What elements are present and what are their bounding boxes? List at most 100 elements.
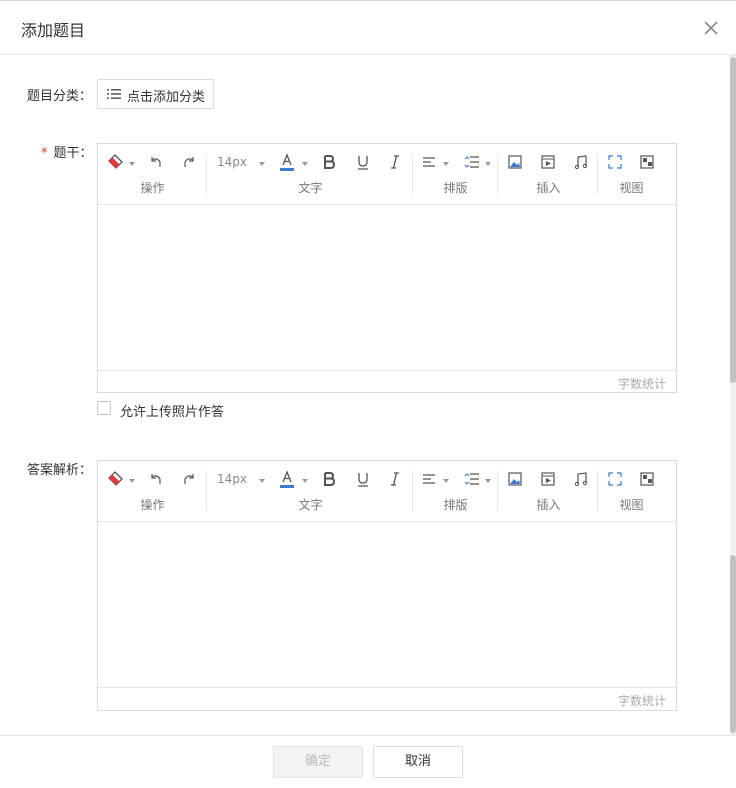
group-label-layout: 排版 [443, 498, 468, 512]
underline-icon [358, 156, 368, 170]
fullscreen-tool[interactable] [608, 152, 622, 172]
font-color-icon [280, 470, 294, 488]
underline-tool[interactable] [356, 152, 370, 172]
insert-audio-tool[interactable] [574, 469, 588, 489]
eraser-caret-icon[interactable] [129, 162, 135, 166]
group-label-insert: 插入 [536, 498, 561, 512]
add-question-dialog: 添加题目 题目分类： 点击添加分类 * 题干： 14px 操作 文字 排版 插入… [0, 0, 736, 787]
undo-tool[interactable] [148, 469, 164, 489]
group-label-insert: 插入 [536, 181, 561, 195]
scrollbar-thumb[interactable] [730, 57, 736, 383]
align-tool[interactable] [422, 469, 436, 489]
cancel-button[interactable]: 取消 [373, 746, 463, 778]
category-label: 题目分类： [27, 89, 93, 104]
font-size-select[interactable]: 14px [217, 472, 247, 486]
line-height-tool[interactable] [464, 152, 480, 172]
scrollbar[interactable] [730, 55, 736, 735]
group-label-text: 文字 [298, 498, 323, 512]
insert-video-tool[interactable] [541, 469, 555, 489]
confirm-button[interactable]: 确定 [273, 746, 363, 778]
fullscreen-tool[interactable] [608, 469, 622, 489]
video-icon [541, 472, 555, 486]
font-color-icon [280, 153, 294, 171]
add-category-button[interactable]: 点击添加分类 [97, 79, 214, 109]
redo-icon [184, 474, 194, 484]
insert-video-tool[interactable] [541, 152, 555, 172]
font-size-caret-icon[interactable] [259, 479, 265, 483]
font-color-tool[interactable] [280, 469, 294, 489]
insert-audio-tool[interactable] [574, 152, 588, 172]
toolbar-divider [412, 154, 413, 194]
add-category-label: 点击添加分类 [127, 90, 206, 105]
toolbar-divider [597, 471, 598, 511]
word-count: 字数统计 [617, 694, 666, 708]
italic-tool[interactable] [389, 152, 401, 172]
line-height-caret-icon[interactable] [485, 162, 491, 166]
undo-tool[interactable] [148, 152, 164, 172]
dialog-title: 添加题目 [21, 21, 86, 40]
analysis-label: 答案解析： [27, 463, 93, 478]
redo-tool[interactable] [181, 152, 197, 172]
image-icon [508, 155, 522, 169]
toolbar-divider [597, 154, 598, 194]
music-icon [574, 472, 588, 486]
insert-image-tool[interactable] [508, 469, 522, 489]
eraser-tool[interactable] [107, 152, 125, 172]
toolbar-divider [412, 471, 413, 511]
source-view-icon [640, 472, 654, 486]
scrollbar-thumb[interactable] [730, 555, 736, 733]
allow-photo-upload-checkbox[interactable] [97, 401, 111, 415]
dialog-footer: 确定 取消 [0, 735, 736, 788]
music-icon [574, 155, 588, 169]
undo-icon [151, 157, 161, 167]
fullscreen-icon [608, 155, 622, 169]
undo-icon [151, 474, 161, 484]
editor-toolbar: 14px 操作 文字 排版 插入 视图 [98, 144, 676, 205]
italic-icon [391, 155, 399, 169]
align-tool[interactable] [422, 152, 436, 172]
close-icon[interactable] [702, 19, 720, 37]
allow-photo-upload-label: 允许上传照片作答 [120, 405, 225, 420]
font-color-tool[interactable] [280, 152, 294, 172]
source-view-icon [640, 155, 654, 169]
group-label-view: 视图 [619, 181, 644, 195]
italic-icon [391, 472, 399, 486]
italic-tool[interactable] [389, 469, 401, 489]
group-label-view: 视图 [619, 498, 644, 512]
line-height-tool[interactable] [464, 469, 480, 489]
line-height-icon [464, 156, 479, 168]
line-height-caret-icon[interactable] [485, 479, 491, 483]
bold-tool[interactable] [322, 469, 336, 489]
source-view-tool[interactable] [640, 469, 654, 489]
line-height-icon [464, 473, 479, 485]
eraser-icon [108, 471, 123, 486]
source-view-tool[interactable] [640, 152, 654, 172]
insert-image-tool[interactable] [508, 152, 522, 172]
analysis-editor-content[interactable] [98, 522, 676, 687]
font-size-caret-icon[interactable] [259, 162, 265, 166]
analysis-editor: 14px 操作 文字 排版 插入 视图 字数统计 [97, 460, 677, 711]
toolbar-divider [206, 471, 207, 511]
toolbar-divider [497, 154, 498, 194]
font-color-caret-icon[interactable] [302, 479, 308, 483]
font-size-select[interactable]: 14px [217, 155, 247, 169]
align-caret-icon[interactable] [443, 162, 449, 166]
font-color-caret-icon[interactable] [302, 162, 308, 166]
stem-label: * 题干： [41, 142, 93, 161]
bold-tool[interactable] [322, 152, 336, 172]
editor-status-bar: 字数统计 [98, 687, 676, 709]
dialog-body: 题目分类： 点击添加分类 * 题干： 14px 操作 文字 排版 插入 视图 字… [0, 55, 730, 735]
editor-toolbar: 14px 操作 文字 排版 插入 视图 [98, 461, 676, 522]
bold-icon [324, 155, 336, 169]
eraser-tool[interactable] [107, 469, 125, 489]
underline-tool[interactable] [356, 469, 370, 489]
list-icon [107, 89, 121, 99]
align-caret-icon[interactable] [443, 479, 449, 483]
eraser-caret-icon[interactable] [129, 479, 135, 483]
stem-editor-content[interactable] [98, 205, 676, 370]
redo-icon [184, 157, 194, 167]
align-icon [423, 474, 435, 484]
underline-icon [358, 473, 368, 487]
stem-editor: 14px 操作 文字 排版 插入 视图 字数统计 [97, 143, 677, 393]
redo-tool[interactable] [181, 469, 197, 489]
